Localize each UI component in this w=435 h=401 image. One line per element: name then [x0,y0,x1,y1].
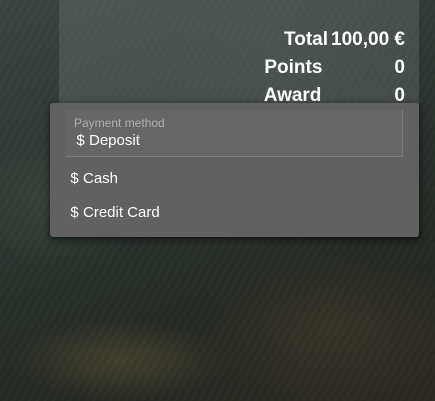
dollar-icon: $ [70,203,79,221]
option-cash[interactable]: $ Cash [70,167,118,189]
points-value: 0 [394,57,405,78]
order-summary-panel: Total 100,00 € Points 0 Award 0 [59,0,419,110]
dollar-icon: $ [76,132,85,149]
points-label: Points [264,57,323,78]
payment-method-label: Payment method [74,116,165,130]
points-row: Points 0 [264,56,405,80]
option-label: Credit Card [83,203,160,221]
payment-method-dropdown[interactable]: Payment method $ Deposit $ Cash $ Credit… [50,103,419,237]
total-row: Total 100,00 € [284,28,405,52]
option-label: Cash [83,169,119,187]
payment-method-field[interactable]: Payment method $ Deposit [66,110,403,157]
dollar-icon: $ [70,169,79,187]
total-value: 100,00 € [331,29,405,50]
payment-method-selected[interactable]: $ Deposit [76,132,140,149]
total-label: Total [284,29,329,50]
selected-option-label: Deposit [89,132,140,149]
option-credit-card[interactable]: $ Credit Card [70,201,160,223]
